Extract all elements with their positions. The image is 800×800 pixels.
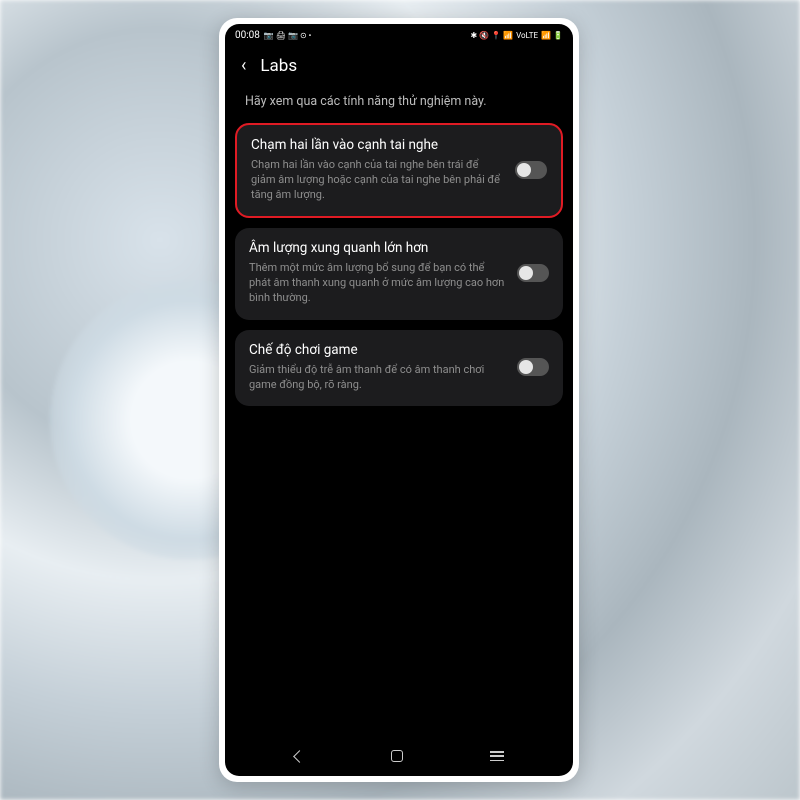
toggle-knob	[519, 266, 533, 280]
setting-description: Thêm một mức âm lượng bổ sung để bạn có …	[249, 261, 507, 306]
signal-icon: 📶 🔋	[541, 31, 563, 40]
nav-home-button[interactable]	[391, 750, 403, 762]
setting-title: Chế độ chơi game	[249, 342, 507, 359]
settings-list: Chạm hai lần vào cạnh tai nghe Chạm hai …	[225, 123, 573, 406]
setting-title: Chạm hai lần vào cạnh tai nghe	[251, 137, 505, 154]
toggle-switch[interactable]	[517, 264, 549, 282]
phone-frame: 00:08 📷 🖨 📷 ⊙ • ✱ 🔇 📍 📶 VoLTE 📶 🔋 ‹ Labs…	[219, 18, 579, 782]
toggle-knob	[517, 163, 531, 177]
page-subtitle: Hãy xem qua các tính năng thử nghiệm này…	[225, 84, 573, 123]
nav-recent-button[interactable]	[490, 751, 504, 761]
phone-screen: 00:08 📷 🖨 📷 ⊙ • ✱ 🔇 📍 📶 VoLTE 📶 🔋 ‹ Labs…	[225, 24, 573, 776]
status-time: 00:08	[235, 30, 260, 41]
status-bar: 00:08 📷 🖨 📷 ⊙ • ✱ 🔇 📍 📶 VoLTE 📶 🔋	[225, 24, 573, 46]
status-icon: 📷 🖨 📷 ⊙ •	[264, 31, 311, 40]
toggle-knob	[519, 360, 533, 374]
page-title: Labs	[260, 56, 297, 76]
setting-description: Giảm thiểu độ trễ âm thanh để có âm than…	[249, 363, 507, 393]
toggle-switch[interactable]	[515, 161, 547, 179]
toggle-switch[interactable]	[517, 358, 549, 376]
back-button[interactable]: ‹	[241, 57, 246, 75]
status-volte: VoLTE	[516, 31, 538, 40]
android-nav-bar	[225, 742, 573, 770]
page-header: ‹ Labs	[225, 46, 573, 84]
setting-title: Âm lượng xung quanh lớn hơn	[249, 240, 507, 257]
setting-double-tap-edge[interactable]: Chạm hai lần vào cạnh tai nghe Chạm hai …	[235, 123, 563, 218]
setting-description: Chạm hai lần vào cạnh của tai nghe bên t…	[251, 158, 505, 203]
nav-back-button[interactable]	[293, 750, 306, 763]
status-icon: ✱ 🔇 📍 📶	[471, 31, 514, 40]
setting-louder-ambient[interactable]: Âm lượng xung quanh lớn hơn Thêm một mức…	[235, 228, 563, 319]
setting-game-mode[interactable]: Chế độ chơi game Giảm thiểu độ trễ âm th…	[235, 330, 563, 407]
